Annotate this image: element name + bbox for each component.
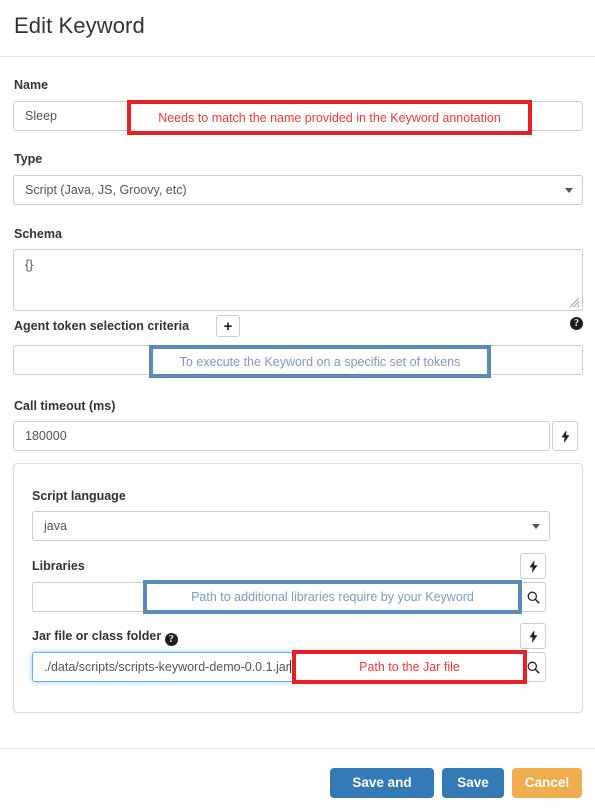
jar-file-label: Jar file or class folder ? [32,629,178,646]
jar-file-bolt-button[interactable] [520,623,546,649]
name-label: Name [14,78,49,92]
jar-file-input-value: ./data/scripts/scripts-keyword-demo-0.0.… [44,660,290,674]
schema-label: Schema [14,227,62,241]
type-select[interactable]: Script (Java, JS, Groovy, etc) [13,175,583,205]
resize-handle-icon[interactable] [569,297,580,308]
type-select-value: Script (Java, JS, Groovy, etc) [25,183,187,197]
lightning-bolt-icon [529,629,538,643]
libraries-annotation: Path to additional libraries require by … [143,580,522,614]
call-timeout-input[interactable]: 180000 [13,421,550,451]
script-language-value: java [44,519,67,533]
libraries-search-button[interactable] [520,582,546,612]
agent-token-annotation: To execute the Keyword on a specific set… [149,345,491,378]
magnifier-icon [527,661,540,674]
save-and-edit-button[interactable]: Save and edit [330,768,434,810]
lightning-bolt-icon [529,559,538,573]
add-agent-token-button[interactable]: + [216,315,240,337]
type-label: Type [14,152,43,166]
lightning-bolt-icon [561,429,570,443]
page-title: Edit Keyword [14,13,145,38]
text-cursor [289,660,291,673]
jar-file-label-text: Jar file or class folder [32,629,162,643]
agent-token-help-icon[interactable]: ? [570,317,583,330]
magnifier-icon [527,591,540,604]
call-timeout-bolt-button[interactable] [552,421,578,451]
cancel-button[interactable]: Cancel [512,768,582,798]
call-timeout-label: Call timeout (ms) [14,399,116,413]
libraries-bolt-button[interactable] [520,553,546,579]
dialog-header: Edit Keyword [0,0,595,57]
chevron-down-icon [565,188,573,193]
jar-file-annotation: Path to the Jar file [292,650,527,684]
script-language-select[interactable]: java [32,511,550,541]
agent-token-label: Agent token selection criteria [14,319,190,333]
save-button[interactable]: Save [442,768,504,798]
schema-textarea-value: {} [25,258,34,272]
script-language-label: Script language [32,489,126,503]
jar-file-help-icon[interactable]: ? [164,633,178,646]
chevron-down-icon [532,524,540,529]
schema-textarea[interactable]: {} [13,249,583,311]
name-annotation: Needs to match the name provided in the … [127,100,532,135]
dialog-body: Name Sleep Type Script (Java, JS, Groovy… [0,57,595,748]
dialog-footer: Save and edit Save Cancel [0,748,595,810]
edit-keyword-dialog: Edit Keyword Name Sleep Type Script (Jav… [0,0,595,810]
libraries-label: Libraries [32,559,85,573]
